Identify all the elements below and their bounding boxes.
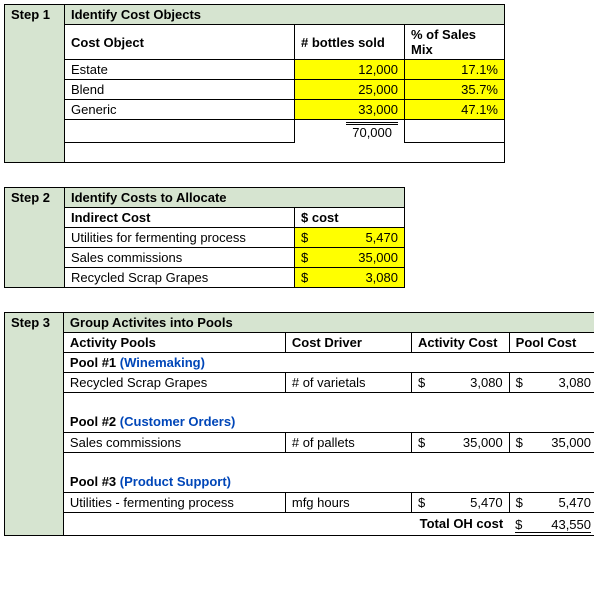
col-activity-cost: Activity Cost xyxy=(411,332,509,352)
pool3-item: Utilities - fermenting process mfg hours… xyxy=(5,492,594,512)
cell-value[interactable]: 17.1% xyxy=(405,60,505,80)
cell-value[interactable]: $35,000 xyxy=(411,432,509,452)
step3-table: Step 3 Group Activites into Pools Activi… xyxy=(4,312,594,536)
col-indirect-cost: Indirect Cost xyxy=(65,207,295,227)
step1-label: Step 1 xyxy=(5,5,65,163)
pool2-header: Pool #2 (Customer Orders) xyxy=(5,412,594,432)
cell-value[interactable]: $35,000 xyxy=(295,247,405,267)
total-oh-value: 43,550 xyxy=(551,517,591,532)
cell-value[interactable]: 25,000 xyxy=(295,80,405,100)
total-bottles: 70,000 xyxy=(346,122,398,140)
row-total-oh: Total OH cost $43,550 xyxy=(5,512,594,535)
cell-value[interactable]: $5,470 xyxy=(509,492,594,512)
pool3-header: Pool #3 (Product Support) xyxy=(5,472,594,492)
row-total: 70,000 xyxy=(5,120,505,143)
pool1-header: Pool #1 (Winemaking) xyxy=(5,352,594,372)
pool2-item: Sales commissions # of pallets $35,000 $… xyxy=(5,432,594,452)
col-activity-pools: Activity Pools xyxy=(63,332,285,352)
pool1-item: Recycled Scrap Grapes # of varietals $3,… xyxy=(5,372,594,392)
cell-value[interactable]: $5,470 xyxy=(411,492,509,512)
row-commissions: Sales commissions $35,000 xyxy=(5,247,405,267)
cell-value[interactable]: $3,080 xyxy=(295,267,405,287)
col-bottles: # bottles sold xyxy=(295,25,405,60)
step1-table: Step 1 Identify Cost Objects Cost Object… xyxy=(4,4,505,163)
col-pool-cost: Pool Cost xyxy=(509,332,594,352)
cell-value[interactable]: 12,000 xyxy=(295,60,405,80)
step2-label: Step 2 xyxy=(5,187,65,287)
cell-value[interactable]: $3,080 xyxy=(411,372,509,392)
row-generic: Generic 33,000 47.1% xyxy=(5,100,505,120)
step3-label: Step 3 xyxy=(5,312,64,535)
col-sales-mix: % of Sales Mix xyxy=(405,25,505,60)
step2-table: Step 2 Identify Costs to Allocate Indire… xyxy=(4,187,405,288)
col-cost-object: Cost Object xyxy=(65,25,295,60)
step3-title: Group Activites into Pools xyxy=(63,312,285,332)
cell-value[interactable]: $3,080 xyxy=(509,372,594,392)
cell-value[interactable]: 33,000 xyxy=(295,100,405,120)
cell-value[interactable]: 47.1% xyxy=(405,100,505,120)
row-blend: Blend 25,000 35.7% xyxy=(5,80,505,100)
cell-value[interactable]: $5,470 xyxy=(295,227,405,247)
step2-title: Identify Costs to Allocate xyxy=(65,187,295,207)
cell-value[interactable]: 35.7% xyxy=(405,80,505,100)
step1-title: Identify Cost Objects xyxy=(65,5,295,25)
col-cost-driver: Cost Driver xyxy=(285,332,411,352)
row-scrap: Recycled Scrap Grapes $3,080 xyxy=(5,267,405,287)
row-estate: Estate 12,000 17.1% xyxy=(5,60,505,80)
col-dollar-cost: $ cost xyxy=(295,207,405,227)
row-utilities: Utilities for fermenting process $5,470 xyxy=(5,227,405,247)
cell-value[interactable]: $35,000 xyxy=(509,432,594,452)
total-oh-label: Total OH cost xyxy=(411,512,509,535)
